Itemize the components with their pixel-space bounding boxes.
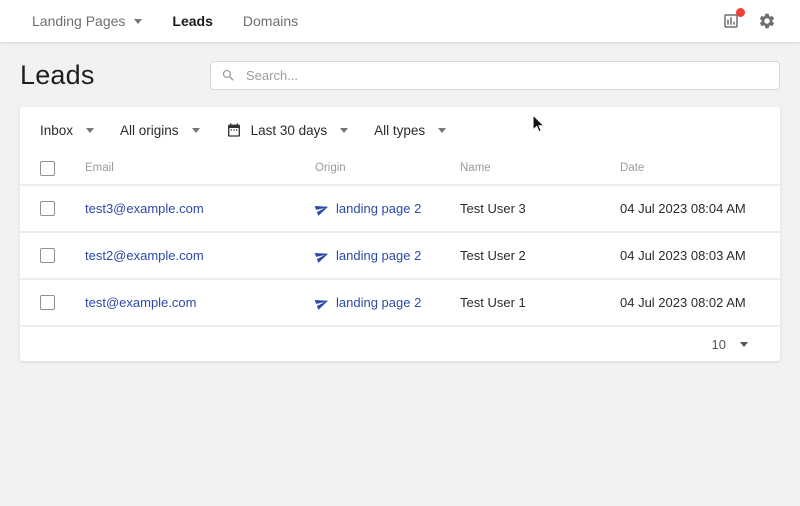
paper-plane-icon [313, 200, 331, 218]
table-footer: 10 [20, 327, 780, 361]
origin-link[interactable]: landing page 2 [336, 295, 421, 310]
lead-date: 04 Jul 2023 08:04 AM [620, 201, 780, 216]
top-navigation: Landing Pages Leads Domains [0, 0, 800, 42]
lead-name: Test User 2 [460, 248, 620, 263]
filter-inbox[interactable]: Inbox [40, 123, 94, 138]
nav-item-leads[interactable]: Leads [172, 13, 212, 29]
filter-label: All origins [120, 123, 179, 138]
filter-label: Inbox [40, 123, 73, 138]
chevron-down-icon [740, 342, 748, 347]
filter-bar: Inbox All origins Last 30 days All types [20, 107, 780, 152]
table-header-row: Email Origin Name Date [20, 152, 780, 186]
calendar-icon [226, 122, 242, 138]
table-row: test@example.com landing page 2 Test Use… [20, 280, 780, 327]
filter-origins[interactable]: All origins [120, 123, 200, 138]
filter-label: All types [374, 123, 425, 138]
search-icon [221, 68, 236, 83]
select-all-checkbox[interactable] [40, 161, 55, 176]
paper-plane-icon [313, 247, 331, 265]
chevron-down-icon [438, 128, 446, 133]
lead-name: Test User 3 [460, 201, 620, 216]
nav-item-landing-pages[interactable]: Landing Pages [32, 13, 142, 29]
origin-link[interactable]: landing page 2 [336, 201, 421, 216]
paper-plane-icon [313, 294, 331, 312]
table-row: test2@example.com landing page 2 Test Us… [20, 233, 780, 280]
row-checkbox[interactable] [40, 295, 55, 310]
column-header-date: Date [620, 162, 780, 174]
analytics-icon[interactable] [722, 12, 740, 30]
filter-types[interactable]: All types [374, 123, 446, 138]
row-checkbox[interactable] [40, 248, 55, 263]
filter-label: Last 30 days [251, 123, 328, 138]
column-header-origin: Origin [315, 162, 460, 174]
nav-item-label: Domains [243, 13, 298, 29]
chevron-down-icon [86, 128, 94, 133]
chevron-down-icon [192, 128, 200, 133]
lead-email-link[interactable]: test@example.com [85, 295, 196, 310]
lead-email-link[interactable]: test3@example.com [85, 201, 204, 216]
nav-item-label: Leads [172, 13, 212, 29]
search-box[interactable] [210, 61, 780, 90]
chevron-down-icon [340, 128, 348, 133]
page-header: Leads [0, 42, 800, 107]
row-checkbox[interactable] [40, 201, 55, 216]
lead-date: 04 Jul 2023 08:03 AM [620, 248, 780, 263]
lead-name: Test User 1 [460, 295, 620, 310]
origin-link[interactable]: landing page 2 [336, 248, 421, 263]
page-size-value: 10 [712, 337, 726, 352]
nav-item-domains[interactable]: Domains [243, 13, 298, 29]
lead-email-link[interactable]: test2@example.com [85, 248, 204, 263]
page-title: Leads [20, 60, 95, 91]
column-header-email: Email [85, 162, 315, 174]
page-size-select[interactable]: 10 [712, 337, 748, 352]
gear-icon[interactable] [758, 12, 776, 30]
search-input[interactable] [246, 68, 769, 83]
chevron-down-icon [134, 19, 142, 24]
nav-item-label: Landing Pages [32, 13, 125, 29]
table-row: test3@example.com landing page 2 Test Us… [20, 186, 780, 233]
leads-card: Inbox All origins Last 30 days All types… [20, 107, 780, 361]
column-header-name: Name [460, 162, 620, 174]
filter-date-range[interactable]: Last 30 days [226, 122, 349, 138]
lead-date: 04 Jul 2023 08:02 AM [620, 295, 780, 310]
notification-badge [736, 8, 745, 17]
